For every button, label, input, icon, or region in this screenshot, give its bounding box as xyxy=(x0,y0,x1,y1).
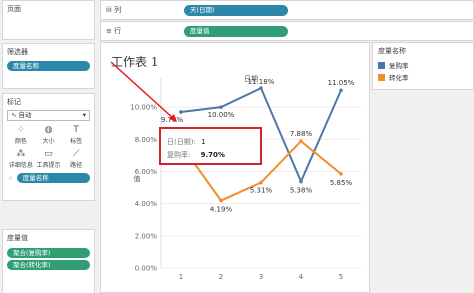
marks-tooltip-label: 工具提示 xyxy=(36,162,61,169)
y-tick-label: 4.00% xyxy=(135,200,158,208)
legend-label-repurchase: 复购率 xyxy=(389,62,409,70)
legend-swatch-repurchase xyxy=(378,61,385,69)
data-label: 4.19% xyxy=(210,206,233,214)
line-chart: 0.00%2.00%4.00%6.00%8.00%10.00% 12345 日期… xyxy=(110,61,361,281)
marks-size-label: 大小 xyxy=(42,138,55,145)
marks-label-label: 标签 xyxy=(70,138,83,145)
filters-card[interactable]: 筛选器 度量名称 xyxy=(2,43,95,89)
path-icon: ⟋ xyxy=(73,149,80,159)
legend-item-repurchase[interactable]: 复购率 xyxy=(373,59,473,71)
tooltip-rate-label: 复购率: xyxy=(167,151,191,159)
data-label: 5.38% xyxy=(290,186,313,194)
columns-shelf[interactable]: iii 列 天(日期) xyxy=(100,0,474,20)
data-point xyxy=(179,110,183,114)
marks-type-icon: ∿ xyxy=(11,111,19,119)
marks-type-value: 自动 xyxy=(18,111,32,119)
left-panel: 页面 筛选器 度量名称 标记 ∿ 自动 ▾ ⁘ 颜色 ◍ 大小 T 标签 ⁂ 详… xyxy=(0,0,97,293)
marks-color-label: 颜色 xyxy=(14,138,27,145)
data-label: 7.88% xyxy=(290,130,313,138)
legend-title: 度量名称 xyxy=(378,47,406,55)
filter-pill-measure-names[interactable]: 度量名称 xyxy=(7,61,90,71)
x-axis-ticks: 1 2 3 4 5 xyxy=(179,273,343,281)
tooltip-highlight-box: 日(日期): 1 复购率: 9.70% xyxy=(159,127,262,165)
color-dots-icon: ⁘ xyxy=(7,173,14,183)
y-tick-label: 2.00% xyxy=(135,232,158,240)
rows-shelf[interactable]: ≡ 行 度量值 xyxy=(100,21,474,41)
marks-card: 标记 ∿ 自动 ▾ ⁘ 颜色 ◍ 大小 T 标签 ⁂ 详细信息 ▭ 工具提示 ⟋… xyxy=(2,93,95,201)
columns-pill-day-date[interactable]: 天(日期) xyxy=(184,5,288,16)
data-label: 5.31% xyxy=(250,187,273,195)
marks-color-row: ⁘ 度量名称 xyxy=(3,173,94,183)
columns-label-text: 列 xyxy=(114,6,122,14)
y-tick-label: 0.00% xyxy=(135,265,158,273)
y-tick-label: 10.00% xyxy=(130,104,157,112)
detail-icon: ⁂ xyxy=(16,149,26,159)
marks-path-button[interactable]: ⟋ 路径 xyxy=(62,148,90,170)
x-tick-label: 1 xyxy=(179,273,183,281)
tooltip-day-value: 1 xyxy=(201,138,206,146)
marks-color-pill[interactable]: 度量名称 xyxy=(16,173,90,183)
tableau-workspace: 页面 筛选器 度量名称 标记 ∿ 自动 ▾ ⁘ 颜色 ◍ 大小 T 标签 ⁂ 详… xyxy=(0,0,474,293)
data-point xyxy=(299,139,303,144)
data-point xyxy=(339,172,343,176)
y-axis-label: 值 xyxy=(134,174,141,183)
columns-icon: iii xyxy=(106,6,115,14)
chart-grid xyxy=(160,78,361,269)
color-legend: 度量名称 复购率 转化率 xyxy=(372,42,474,90)
data-label: 11.05% xyxy=(328,79,355,87)
tooltip-day-label: 日(日期): xyxy=(167,138,196,146)
marks-type-select[interactable]: ∿ 自动 ▾ xyxy=(7,110,90,121)
data-point xyxy=(219,198,223,203)
data-label: 5.85% xyxy=(330,179,353,187)
y-tick-label: 8.00% xyxy=(135,136,158,144)
data-point xyxy=(299,179,303,184)
data-label: 11.18% xyxy=(248,78,275,86)
rows-label-text: 行 xyxy=(114,27,122,35)
columns-shelf-label: iii 列 xyxy=(106,5,121,15)
marks-title: 标记 xyxy=(7,98,21,106)
color-dots-icon: ⁘ xyxy=(17,125,25,135)
annotation-arrow xyxy=(110,61,177,122)
rows-pill-measure-values[interactable]: 度量值 xyxy=(184,26,288,37)
filters-title: 筛选器 xyxy=(7,48,28,56)
marks-buttons: ⁘ 颜色 ◍ 大小 T 标签 ⁂ 详细信息 ▭ 工具提示 ⟋ 路径 xyxy=(3,121,94,173)
measure-pill-conversion[interactable]: 聚合(转化率) xyxy=(7,260,90,270)
size-icon: ◍ xyxy=(44,125,53,135)
measure-values-card: 度量值 聚合(复购率) 聚合(转化率) xyxy=(2,229,95,293)
data-point xyxy=(259,86,263,90)
data-point xyxy=(339,88,343,93)
marks-color-button[interactable]: ⁘ 颜色 xyxy=(7,124,35,146)
chevron-down-icon: ▾ xyxy=(82,111,86,119)
x-tick-label: 4 xyxy=(299,273,304,281)
tooltip-rate-value: 9.70% xyxy=(200,151,225,159)
x-tick-label: 2 xyxy=(219,273,223,281)
marks-label-button[interactable]: T 标签 xyxy=(62,124,90,146)
marks-path-label: 路径 xyxy=(70,162,83,169)
y-axis-ticks: 0.00%2.00%4.00%6.00%8.00%10.00% xyxy=(130,104,157,273)
pages-title: 页面 xyxy=(7,5,21,13)
x-tick-label: 3 xyxy=(259,273,263,281)
marks-size-button[interactable]: ◍ 大小 xyxy=(35,124,63,146)
rows-icon: ≡ xyxy=(106,27,115,35)
data-label: 10.00% xyxy=(208,111,235,119)
tooltip-icon: ▭ xyxy=(44,149,53,159)
marks-tooltip-button[interactable]: ▭ 工具提示 xyxy=(35,148,63,170)
tooltip-line-2: 复购率: 9.70% xyxy=(167,150,225,160)
data-point xyxy=(259,180,263,185)
legend-item-conversion[interactable]: 转化率 xyxy=(373,71,473,83)
label-icon: T xyxy=(73,125,79,135)
measure-pill-repurchase[interactable]: 聚合(复购率) xyxy=(7,248,90,258)
rows-shelf-label: ≡ 行 xyxy=(106,26,121,36)
x-tick-label: 5 xyxy=(339,273,343,281)
legend-swatch-conversion xyxy=(378,73,385,81)
marks-detail-button[interactable]: ⁂ 详细信息 xyxy=(7,148,35,170)
data-point xyxy=(219,105,223,109)
tooltip-line-1: 日(日期): 1 xyxy=(167,137,206,147)
marks-detail-label: 详细信息 xyxy=(8,162,33,169)
pages-card[interactable]: 页面 xyxy=(2,0,95,40)
measure-values-title: 度量值 xyxy=(7,234,28,242)
chart-view: 工作表 1 0.00% 2.00% 4.00% 6.00% 8.00% 10.00% 12… xyxy=(100,42,370,293)
legend-label-conversion: 转化率 xyxy=(389,74,409,82)
